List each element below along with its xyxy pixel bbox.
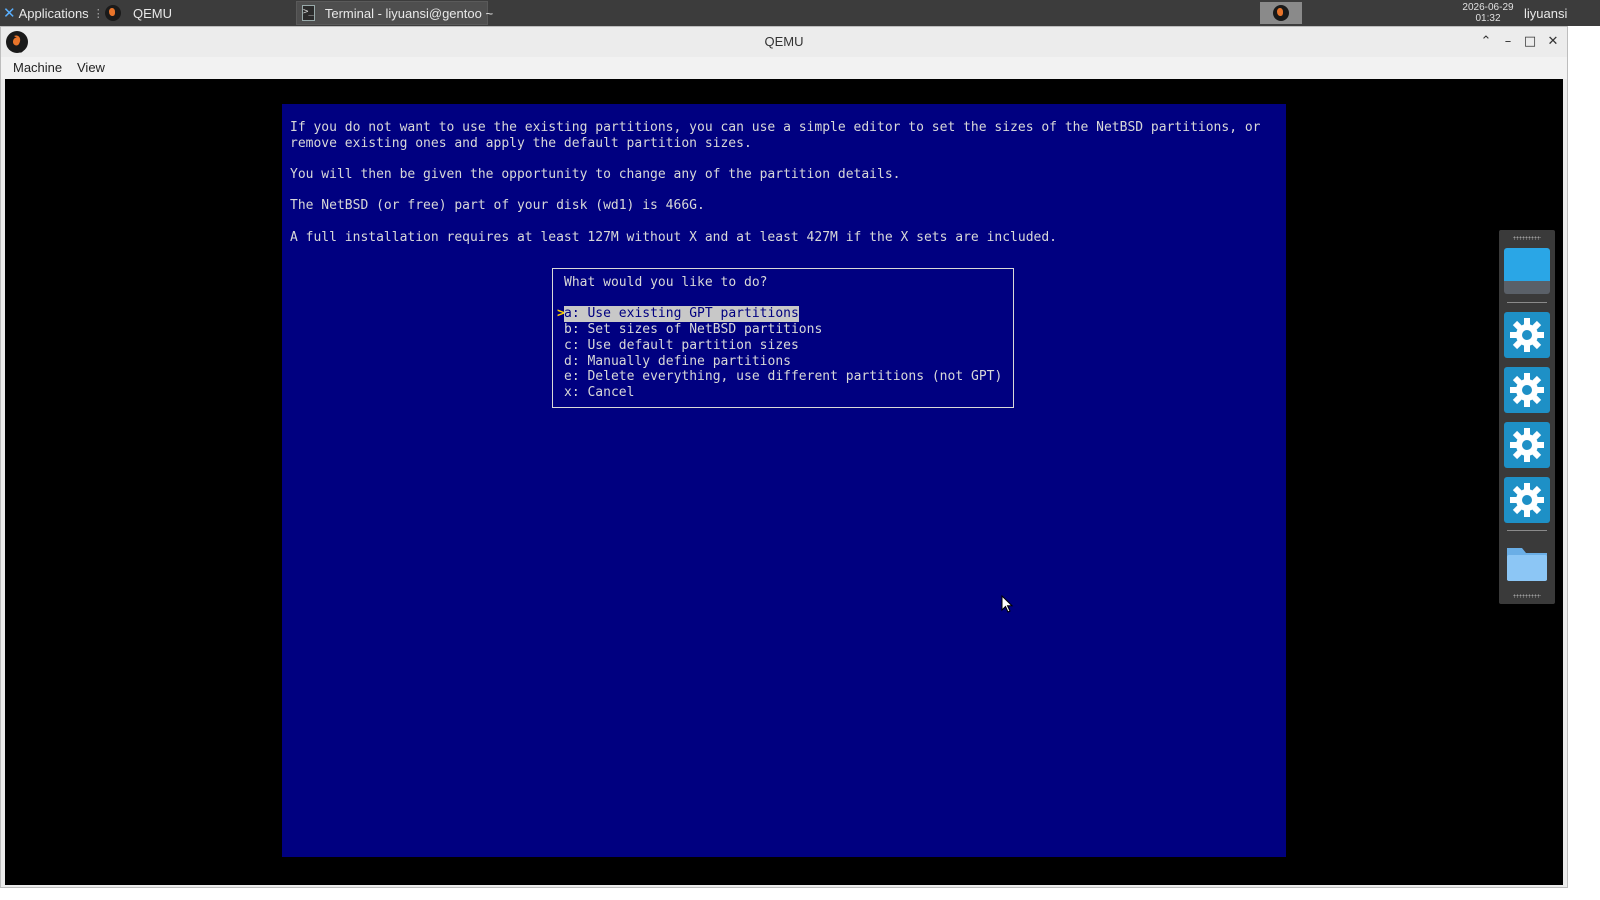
shade-button[interactable]: ⌃ [1477, 33, 1495, 51]
dialog-question: What would you like to do? [564, 275, 768, 290]
vm-display[interactable]: If you do not want to use the existing p… [5, 79, 1563, 885]
clock-date: 2026-06-29 [1462, 2, 1514, 13]
console-text-line: A full installation requires at least 12… [290, 230, 1058, 245]
taskbar-button-label: QEMU [133, 5, 172, 21]
qemu-icon [1273, 5, 1289, 21]
close-button[interactable]: ✕ [1544, 33, 1562, 51]
tray-qemu-button[interactable] [1260, 2, 1302, 24]
console-text-line: You will then be given the opportunity t… [290, 167, 901, 182]
xfce-logo-icon: ✕ [3, 5, 16, 22]
option-delete-everything[interactable]: e: Delete everything, use different part… [564, 369, 1002, 385]
qemu-window: QEMU ⌃ – □ ✕ Machine View If you do not … [0, 26, 1568, 888]
settings-icon[interactable] [1504, 312, 1550, 358]
applications-menu-label: Applications [18, 5, 89, 21]
window-title: QEMU [764, 34, 804, 49]
clock-time: 01:32 [1475, 13, 1501, 24]
console-text-line: remove existing ones and apply the defau… [290, 136, 752, 151]
qemu-icon [105, 5, 121, 21]
maximize-button[interactable]: □ [1521, 33, 1539, 51]
option-use-existing-gpt[interactable]: a: Use existing GPT partitions [564, 306, 799, 322]
option-manual-define[interactable]: d: Manually define partitions [564, 354, 791, 370]
taskbar-button-terminal[interactable]: >_ Terminal - liyuansi@gentoo ~ [296, 1, 493, 25]
minimize-button[interactable]: – [1499, 33, 1517, 51]
window-titlebar[interactable]: QEMU ⌃ – □ ✕ [1, 27, 1567, 57]
taskbar-button-qemu[interactable]: QEMU [100, 0, 295, 26]
applications-menu[interactable]: ✕ Applications ⋮ [0, 0, 104, 26]
menu-machine[interactable]: Machine [13, 60, 62, 75]
console-text-line: The NetBSD (or free) part of your disk (… [290, 198, 705, 213]
dock-separator [1507, 530, 1547, 531]
partition-choice-dialog: What would you like to do? > a: Use exis… [552, 268, 1014, 408]
dock-separator [1507, 302, 1547, 303]
dock-grip-handle[interactable] [1513, 594, 1541, 598]
user-menu[interactable]: liyuansi [1522, 0, 1600, 26]
installer-console: If you do not want to use the existing p… [282, 104, 1286, 857]
settings-icon[interactable] [1504, 367, 1550, 413]
option-default-sizes[interactable]: c: Use default partition sizes [564, 338, 799, 354]
console-text-line: If you do not want to use the existing p… [290, 120, 1261, 135]
top-panel: ✕ Applications ⋮ QEMU >_ Terminal - liyu… [0, 0, 1600, 26]
taskbar-button-label: Terminal - liyuansi@gentoo ~ [324, 5, 494, 21]
username-label: liyuansi [1524, 5, 1568, 21]
option-set-sizes[interactable]: b: Set sizes of NetBSD partitions [564, 322, 822, 338]
mouse-pointer-icon [1001, 595, 1014, 613]
side-dock [1499, 230, 1555, 604]
menubar: Machine View [1, 57, 1567, 79]
dock-grip-handle[interactable] [1513, 236, 1541, 240]
settings-icon[interactable] [1504, 422, 1550, 468]
terminal-icon: >_ [302, 5, 315, 21]
menu-view[interactable]: View [77, 60, 105, 75]
folder-icon[interactable] [1504, 540, 1550, 586]
option-cancel[interactable]: x: Cancel [564, 385, 634, 401]
settings-icon[interactable] [1504, 477, 1550, 523]
desktop-icon[interactable] [1504, 248, 1550, 294]
